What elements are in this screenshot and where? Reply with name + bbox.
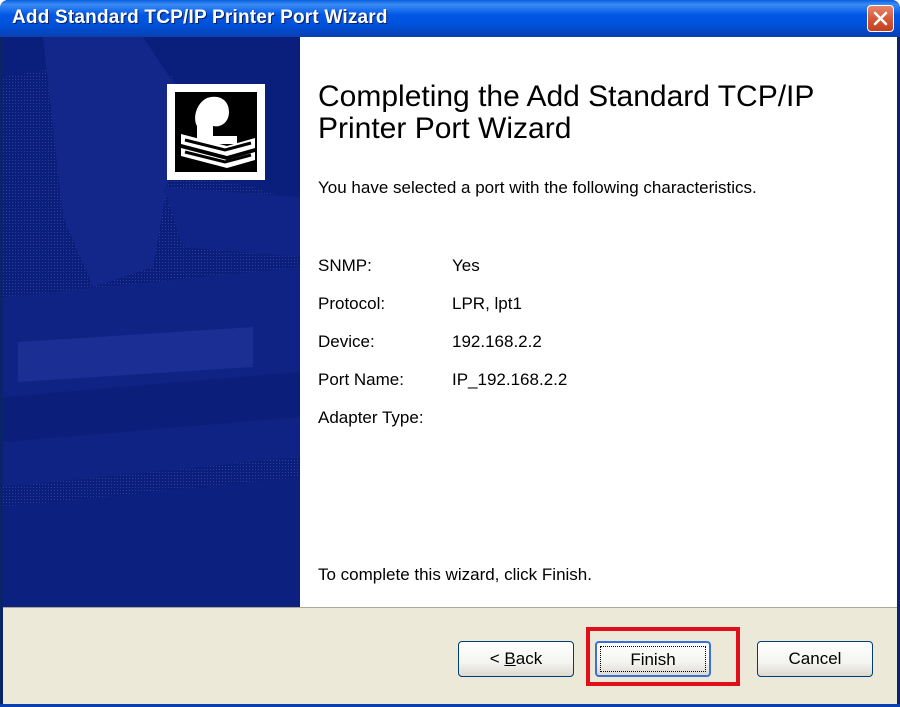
button-bar: < Back Finish Cancel (3, 607, 897, 704)
close-button[interactable] (867, 5, 894, 32)
wizard-body: Completing the Add Standard TCP/IP Print… (3, 37, 897, 607)
wizard-window: Add Standard TCP/IP Printer Port Wizard (0, 0, 900, 707)
title-bar[interactable]: Add Standard TCP/IP Printer Port Wizard (0, 0, 900, 37)
finish-highlight-box (586, 627, 740, 686)
printer-wizard-icon (167, 84, 265, 180)
back-label-accelerator: B (504, 649, 516, 668)
cancel-button-label: Cancel (788, 649, 842, 668)
wizard-sidebar-graphic (3, 37, 300, 607)
detail-label: Protocol: (318, 294, 386, 313)
back-button[interactable]: < Back (458, 641, 574, 677)
close-icon (873, 11, 888, 26)
detail-label: Adapter Type: (318, 408, 424, 427)
detail-value: IP_192.168.2.2 (452, 370, 568, 389)
back-label-rest: ack (515, 649, 543, 668)
detail-label: SNMP: (318, 256, 372, 275)
detail-value: 192.168.2.2 (452, 332, 542, 351)
wizard-content: Completing the Add Standard TCP/IP Print… (300, 37, 897, 607)
back-label-prefix: < (489, 649, 505, 668)
page-title: Completing the Add Standard TCP/IP Print… (318, 80, 814, 145)
intro-text: You have selected a port with the follow… (318, 178, 757, 197)
finish-instruction: To complete this wizard, click Finish. (318, 565, 592, 584)
detail-value: Yes (452, 256, 480, 275)
detail-value: LPR, lpt1 (452, 294, 522, 313)
detail-label: Port Name: (318, 370, 404, 389)
detail-label: Device: (318, 332, 375, 351)
window-title: Add Standard TCP/IP Printer Port Wizard (12, 7, 388, 28)
cancel-button[interactable]: Cancel (757, 641, 873, 677)
